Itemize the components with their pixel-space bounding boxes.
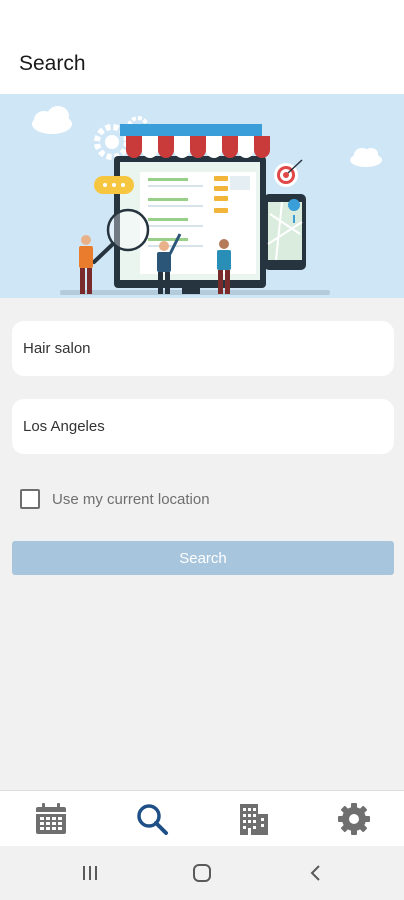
status-bar-area bbox=[0, 0, 404, 36]
online-store-illustration bbox=[32, 106, 382, 295]
search-button[interactable]: Search bbox=[12, 541, 394, 575]
bottom-nav bbox=[0, 790, 404, 846]
home-icon bbox=[193, 864, 211, 882]
nav-item-business[interactable] bbox=[202, 791, 303, 847]
nav-item-calendar[interactable] bbox=[0, 791, 101, 847]
back-icon bbox=[310, 865, 320, 881]
location-field[interactable] bbox=[12, 399, 394, 454]
page-title: Search bbox=[19, 52, 86, 75]
use-location-checkbox[interactable] bbox=[20, 489, 40, 509]
building-icon bbox=[239, 804, 268, 835]
use-location-row[interactable]: Use my current location bbox=[20, 486, 280, 512]
gear-icon bbox=[337, 803, 370, 835]
recent-apps-button[interactable] bbox=[70, 858, 110, 888]
app-header: Search bbox=[0, 36, 404, 94]
location-input[interactable] bbox=[12, 399, 394, 454]
recent-apps-icon bbox=[83, 866, 97, 880]
nav-item-search[interactable] bbox=[101, 791, 202, 847]
cloud-icon bbox=[350, 148, 382, 167]
system-navigation-bar bbox=[0, 846, 404, 900]
person-figure bbox=[79, 235, 93, 294]
awning-stripes bbox=[126, 136, 270, 158]
keyword-field[interactable] bbox=[12, 321, 394, 376]
cloud-icon bbox=[32, 106, 72, 134]
nav-item-settings[interactable] bbox=[303, 791, 404, 847]
keyword-input[interactable] bbox=[12, 321, 394, 376]
use-location-label: Use my current location bbox=[52, 490, 210, 508]
hero-illustration bbox=[0, 94, 404, 298]
target-icon bbox=[274, 159, 303, 187]
search-icon bbox=[136, 804, 168, 835]
back-button[interactable] bbox=[296, 858, 336, 888]
phone-map-icon bbox=[264, 194, 306, 270]
home-button[interactable] bbox=[182, 858, 222, 888]
calendar-icon bbox=[35, 803, 66, 834]
